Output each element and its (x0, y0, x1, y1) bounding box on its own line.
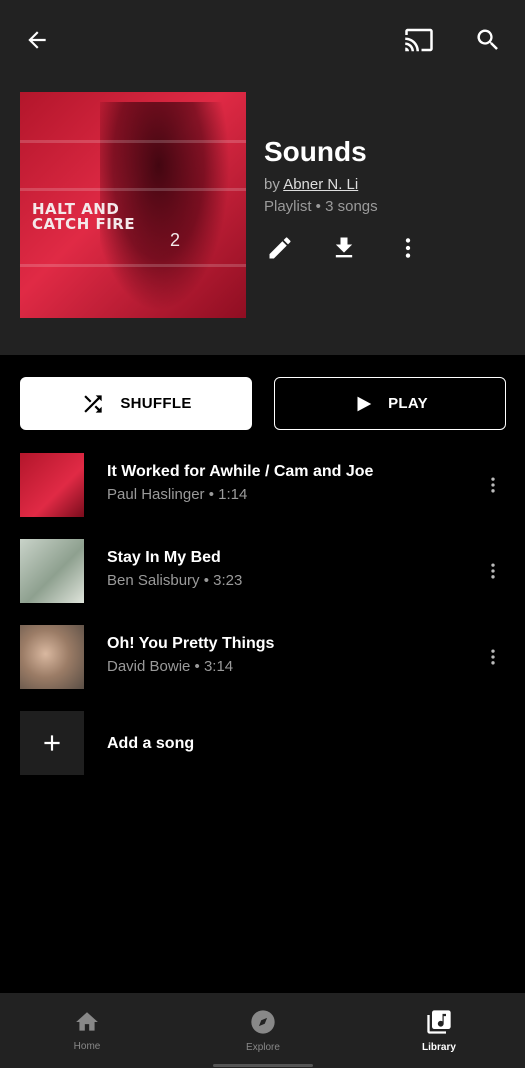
play-icon (357, 396, 372, 411)
add-song-row[interactable]: Add a song (0, 711, 525, 777)
song-thumbnail (20, 453, 84, 517)
song-row[interactable]: Oh! You Pretty Things David Bowie • 3:14 (0, 625, 525, 691)
pencil-icon (269, 237, 291, 259)
byline-prefix: by (264, 176, 280, 193)
song-title: Oh! You Pretty Things (107, 635, 275, 652)
bottom-navigation: Home Explore Library (0, 993, 525, 1068)
song-subtitle: Ben Salisbury • 3:23 (107, 572, 243, 589)
play-button[interactable]: PLAY (274, 377, 506, 430)
playlist-meta: Playlist • 3 songs (264, 198, 378, 215)
cover-title-text: HALT AND CATCH FIRE (32, 200, 136, 233)
nav-explore-label: Explore (246, 1042, 280, 1053)
back-button[interactable] (17, 20, 57, 60)
plus-icon (44, 735, 60, 751)
cast-button[interactable] (399, 20, 439, 60)
shuffle-button[interactable]: SHUFFLE (20, 377, 252, 430)
search-icon (477, 29, 498, 50)
home-icon (76, 1012, 98, 1031)
add-song-label: Add a song (107, 735, 195, 752)
cover-number-text: 2 (170, 230, 181, 250)
arrow-back-icon (28, 31, 46, 49)
more-vert-icon (405, 238, 411, 258)
playlist-cover-art: HALT AND CATCH FIRE 2 (20, 92, 246, 318)
more-vert-icon (491, 649, 495, 665)
add-song-tile (20, 711, 84, 775)
song-more-button[interactable] (478, 553, 508, 589)
download-icon (335, 237, 353, 258)
library-music-icon (427, 1010, 451, 1034)
play-label: PLAY (388, 395, 428, 412)
compass-icon (251, 1010, 275, 1034)
nav-home[interactable]: Home (27, 993, 147, 1068)
song-subtitle: David Bowie • 3:14 (107, 658, 234, 675)
more-vert-icon (491, 477, 495, 493)
playlist-title: Sounds (264, 136, 367, 167)
nav-explore[interactable]: Explore (203, 993, 323, 1068)
shuffle-label: SHUFFLE (120, 395, 192, 412)
nav-home-label: Home (73, 1041, 101, 1052)
song-more-button[interactable] (478, 639, 508, 675)
edit-button[interactable] (260, 228, 300, 268)
playlist-byline: by Abner N. Li (264, 176, 358, 193)
home-indicator (213, 1064, 313, 1067)
song-more-button[interactable] (478, 467, 508, 503)
song-row[interactable]: Stay In My Bed Ben Salisbury • 3:23 (0, 539, 525, 605)
cast-icon (405, 28, 433, 52)
song-thumbnail (20, 539, 84, 603)
nav-library[interactable]: Library (379, 993, 499, 1068)
song-thumbnail (20, 625, 84, 689)
playlist-header: HALT AND CATCH FIRE 2 Sounds by Abner N.… (0, 0, 525, 355)
cover-scanline (20, 140, 246, 143)
song-row[interactable]: It Worked for Awhile / Cam and Joe Paul … (0, 453, 525, 519)
download-button[interactable] (324, 228, 364, 268)
cover-scanline (20, 264, 246, 267)
song-subtitle: Paul Haslinger • 1:14 (107, 486, 248, 503)
cover-scanline (20, 188, 246, 191)
author-link[interactable]: Abner N. Li (283, 176, 358, 193)
song-title: It Worked for Awhile / Cam and Joe (107, 463, 374, 480)
search-button[interactable] (468, 20, 508, 60)
more-options-button[interactable] (388, 228, 428, 268)
more-vert-icon (491, 563, 495, 579)
nav-library-label: Library (422, 1042, 456, 1053)
shuffle-icon (84, 394, 103, 413)
song-title: Stay In My Bed (107, 549, 221, 566)
